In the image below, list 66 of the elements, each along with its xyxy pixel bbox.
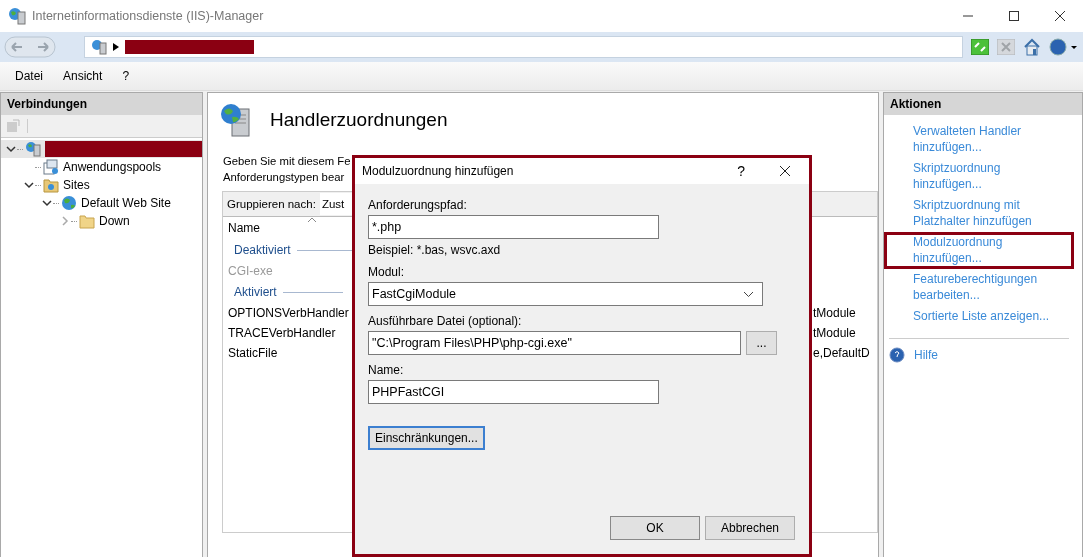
address-bar[interactable] [84, 36, 963, 58]
group-header[interactable]: Deaktiviert [234, 243, 291, 257]
table-cell: StaticFile [228, 346, 278, 360]
browse-button[interactable]: ... [746, 331, 777, 355]
menu-item[interactable]: Datei [15, 67, 43, 85]
close-icon[interactable] [1054, 10, 1066, 22]
dropdown[interactable]: FastCgiModule [368, 282, 763, 306]
expander-icon[interactable] [41, 198, 53, 208]
help-icon[interactable] [1049, 38, 1077, 56]
expander-icon[interactable] [5, 144, 17, 154]
column-header[interactable]: Name [228, 221, 260, 235]
restrictions-button[interactable]: Einschränkungen... [368, 426, 485, 450]
tree-item[interactable]: Down [99, 214, 130, 228]
tree-item[interactable]: Sites [63, 178, 90, 192]
input-field[interactable]: *.php [368, 215, 659, 239]
app-icon [8, 7, 26, 25]
page-title: Handlerzuordnungen [270, 109, 448, 131]
table-cell: tModule [813, 326, 856, 340]
arrow-icon [113, 43, 119, 51]
menu-item[interactable]: ? [122, 67, 130, 85]
dialog-title: Modulzuordnung hinzufügen [362, 164, 515, 178]
sort-icon [307, 217, 317, 223]
field-label: Name: [368, 363, 405, 377]
folder-icon [79, 213, 95, 229]
action-link[interactable]: Featureberechtigungen bearbeiten... [913, 272, 1063, 303]
description-text: Geben Sie mit diesem Fe [223, 154, 351, 169]
action-link[interactable]: Sortierte Liste anzeigen... [913, 309, 1063, 325]
input-field[interactable]: "C:\Program Files\PHP\php-cgi.exe" [368, 331, 741, 355]
table-cell: tModule [813, 306, 856, 320]
close-icon[interactable] [779, 165, 791, 177]
folder-icon [43, 177, 59, 193]
dialog-button[interactable]: OK [610, 516, 700, 540]
description-text: Anforderungstypen bear [223, 170, 345, 185]
action-link[interactable]: Verwalteten Handler hinzufügen... [913, 124, 1063, 155]
field-label: Modul: [368, 265, 406, 279]
field-label: Ausführbare Datei (optional): [368, 314, 523, 328]
panel-header: Aktionen [884, 93, 1082, 115]
dialog-button[interactable]: Abbrechen [705, 516, 795, 540]
globe-icon [61, 195, 77, 211]
refresh-icon[interactable] [971, 39, 989, 55]
maximize-icon[interactable] [1008, 10, 1020, 22]
home-icon[interactable] [1023, 38, 1041, 56]
help-icon [889, 346, 905, 363]
table-cell: OPTIONSVerbHandler [228, 306, 349, 320]
group-header[interactable]: Aktiviert [234, 285, 277, 299]
menu-item[interactable]: Ansicht [63, 67, 103, 85]
server-icon [220, 103, 252, 137]
expander-icon[interactable] [23, 180, 35, 190]
server-icon [91, 39, 107, 55]
action-link[interactable]: Skriptzuordnung mit Platzhalter hinzufügen [913, 198, 1063, 229]
chevron-icon [743, 290, 754, 298]
table-cell: e,DefaultD [813, 346, 870, 360]
tree-item[interactable]: Anwendungspools [63, 160, 162, 174]
action-link[interactable]: Skriptzuordnung hinzufügen... [913, 161, 1063, 192]
server-icon [25, 141, 41, 157]
action-link[interactable]: Hilfe [914, 347, 938, 362]
help-button[interactable]: ? [737, 163, 745, 179]
group-by-label: Gruppieren nach: [226, 198, 317, 210]
window-title: Internetinformationsdienste (IIS)-Manager [32, 9, 264, 23]
input-field[interactable]: PHPFastCGI [368, 380, 659, 404]
field-label: Anforderungspfad: [368, 198, 468, 212]
hint-text: Beispiel: *.bas, wsvc.axd [368, 243, 502, 257]
table-cell: TRACEVerbHandler [228, 326, 336, 340]
table-cell: CGI-exe [228, 264, 273, 278]
tree-item[interactable]: Default Web Site [81, 196, 171, 210]
panel-header: Verbindungen [1, 93, 202, 115]
